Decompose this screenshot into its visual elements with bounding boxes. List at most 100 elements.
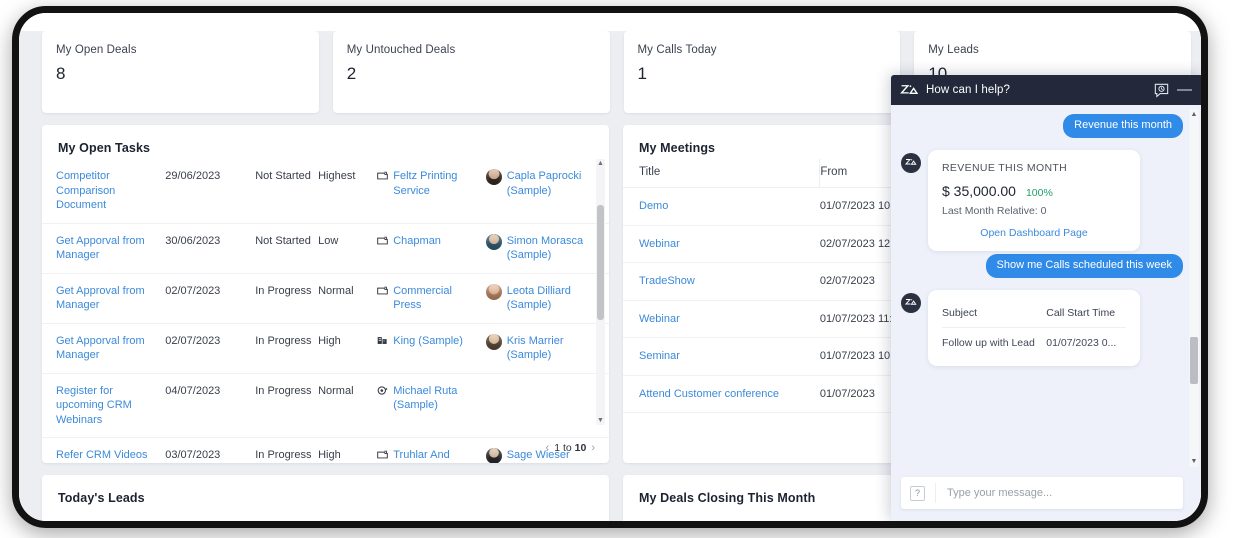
task-subject[interactable]: Register for upcoming CRM Webinars [42, 373, 166, 439]
avatar [485, 333, 502, 350]
assistant-response: REVENUE THIS MONTH $ 35,000.00 100% Last… [901, 144, 1183, 251]
meeting-title[interactable]: Seminar [623, 337, 820, 376]
kpi-label: My Leads [928, 44, 979, 56]
task-subject[interactable]: Get Apporval from Manager [42, 223, 166, 274]
kpi-card-my-open-deals[interactable]: My Open Deals 8 [42, 31, 319, 113]
revenue-amount-row: $ 35,000.00 100% [942, 183, 1126, 199]
help-icon[interactable]: ? [910, 485, 925, 501]
task-subject[interactable]: Refer CRM Videos [42, 437, 166, 463]
avatar [485, 448, 502, 463]
task-status: In Progress [255, 437, 319, 463]
task-subject[interactable]: Get Approval from Manager [42, 273, 166, 324]
task-status: In Progress [255, 373, 319, 439]
table-row[interactable]: Register for upcoming CRM Webinars 04/07… [42, 373, 609, 439]
task-priority: Normal [318, 273, 378, 324]
task-due-date: 04/07/2023 [165, 373, 256, 439]
task-status: In Progress [255, 323, 319, 374]
table-row[interactable]: Refer CRM Videos 03/07/2023 In Progress … [42, 437, 609, 463]
zia-avatar-icon [901, 292, 921, 313]
kpi-card-my-untouched-deals[interactable]: My Untouched Deals 2 [332, 31, 610, 113]
column-header-call-start-time: Call Start Time [1046, 303, 1126, 328]
column-header-subject: Subject [942, 303, 1047, 328]
pagination-next[interactable]: › [591, 442, 595, 454]
meeting-title[interactable]: TradeShow [623, 262, 820, 301]
task-account[interactable]: Commercial Press [377, 273, 486, 324]
minimize-icon[interactable]: — [1176, 82, 1193, 97]
zia-chat-widget: How can I help? — Revenue this month REV… [891, 75, 1201, 521]
table-header-row: Subject Call Start Time [942, 303, 1126, 328]
meeting-title[interactable]: Webinar [623, 300, 820, 339]
meeting-title[interactable]: Demo [623, 187, 820, 226]
meeting-title[interactable]: Attend Customer conference [623, 375, 820, 414]
table-row[interactable]: Get Apporval from Manager 02/07/2023 In … [42, 323, 609, 374]
tasks-scrollbar[interactable]: ▲ ▼ [596, 159, 605, 425]
revenue-subtext: Last Month Relative: 0 [942, 204, 1047, 217]
avatar [485, 169, 502, 185]
table-row[interactable]: Competitor Comparison Document 29/06/202… [42, 159, 609, 224]
task-due-date: 03/07/2023 [165, 437, 256, 463]
kpi-value: 8 [56, 64, 66, 83]
task-contact[interactable]: Simon Morasca (Sample) [485, 223, 609, 274]
scrollbar-thumb[interactable] [1190, 337, 1198, 384]
revenue-metric-card: REVENUE THIS MONTH $ 35,000.00 100% Last… [928, 149, 1140, 251]
meeting-title[interactable]: Webinar [623, 225, 820, 264]
task-subject[interactable]: Get Apporval from Manager [42, 323, 166, 374]
task-due-date: 29/06/2023 [165, 159, 256, 224]
device-frame: My Open Deals 8 My Untouched Deals 2 My … [12, 6, 1208, 528]
deal-icon [377, 235, 389, 251]
task-contact[interactable]: Leota Dilliard (Sample) [485, 273, 609, 324]
task-account[interactable]: Feltz Printing Service [377, 159, 486, 224]
scroll-down-icon[interactable]: ▼ [1190, 458, 1198, 465]
avatar [485, 233, 502, 250]
avatar [485, 283, 502, 300]
call-subject: Follow up with Lead [942, 336, 1035, 349]
kpi-label: My Calls Today [637, 44, 717, 56]
user-message-bubble: Show me Calls scheduled this week [985, 253, 1183, 278]
scrollbar-thumb[interactable] [597, 205, 604, 320]
open-dashboard-page-link[interactable]: Open Dashboard Page [942, 227, 1126, 239]
task-account[interactable]: King (Sample) [377, 323, 486, 374]
panel-title: Today's Leads [58, 491, 145, 505]
revenue-card-label: REVENUE THIS MONTH [942, 161, 1068, 174]
kpi-card-my-calls-today[interactable]: My Calls Today 1 [623, 31, 901, 113]
table-row[interactable]: Get Approval from Manager 02/07/2023 In … [42, 273, 609, 324]
task-due-date: 30/06/2023 [165, 223, 256, 274]
top-strip [19, 13, 1201, 31]
zia-chat-header: How can I help? — [891, 75, 1201, 105]
deal-icon [377, 170, 389, 186]
chat-history-icon[interactable] [1154, 83, 1169, 98]
revenue-percent: 100% [1025, 186, 1053, 199]
zia-logo-icon [900, 83, 919, 98]
scroll-up-icon[interactable]: ▲ [1190, 111, 1198, 118]
task-subject[interactable]: Competitor Comparison Document [42, 159, 166, 224]
revenue-amount: $ 35,000.00 [942, 182, 1016, 199]
zia-title: How can I help? [926, 84, 1010, 96]
panel-my-open-tasks: My Open Tasks Competitor Comparison Docu… [42, 125, 609, 463]
task-status: In Progress [255, 273, 319, 324]
kpi-label: My Open Deals [56, 44, 137, 56]
task-account[interactable]: Truhlar And Truhlar Attys [377, 437, 486, 463]
zia-avatar-icon [901, 152, 921, 173]
task-contact[interactable]: Capla Paprocki (Sample) [485, 159, 609, 224]
message-input[interactable] [935, 483, 1183, 503]
screen: My Open Deals 8 My Untouched Deals 2 My … [19, 13, 1201, 521]
task-contact[interactable]: Kris Marrier (Sample) [485, 323, 609, 374]
kpi-label: My Untouched Deals [346, 44, 456, 56]
scroll-up-icon[interactable]: ▲ [597, 160, 604, 167]
task-account[interactable]: Michael Ruta (Sample) [377, 373, 486, 439]
scroll-down-icon[interactable]: ▼ [597, 417, 604, 424]
deal-icon [377, 449, 389, 463]
task-contact [485, 373, 609, 439]
pagination-prev[interactable]: ‹ [546, 442, 550, 454]
task-priority: High [318, 323, 378, 374]
task-account[interactable]: Chapman [377, 223, 486, 274]
calls-table: Subject Call Start Time Follow up with L… [942, 303, 1126, 355]
table-row[interactable]: Follow up with Lead 01/07/2023 0... [942, 327, 1126, 354]
tasks-table-body: Competitor Comparison Document 29/06/202… [42, 159, 609, 463]
tasks-pagination[interactable]: ‹ 1 to 10 › [546, 442, 595, 454]
table-row[interactable]: Get Apporval from Manager 30/06/2023 Not… [42, 223, 609, 274]
task-priority: High [318, 437, 378, 463]
task-status: Not Started [255, 223, 319, 274]
panel-title: My Open Tasks [58, 141, 151, 155]
zia-scrollbar[interactable]: ▲ ▼ [1189, 109, 1199, 467]
